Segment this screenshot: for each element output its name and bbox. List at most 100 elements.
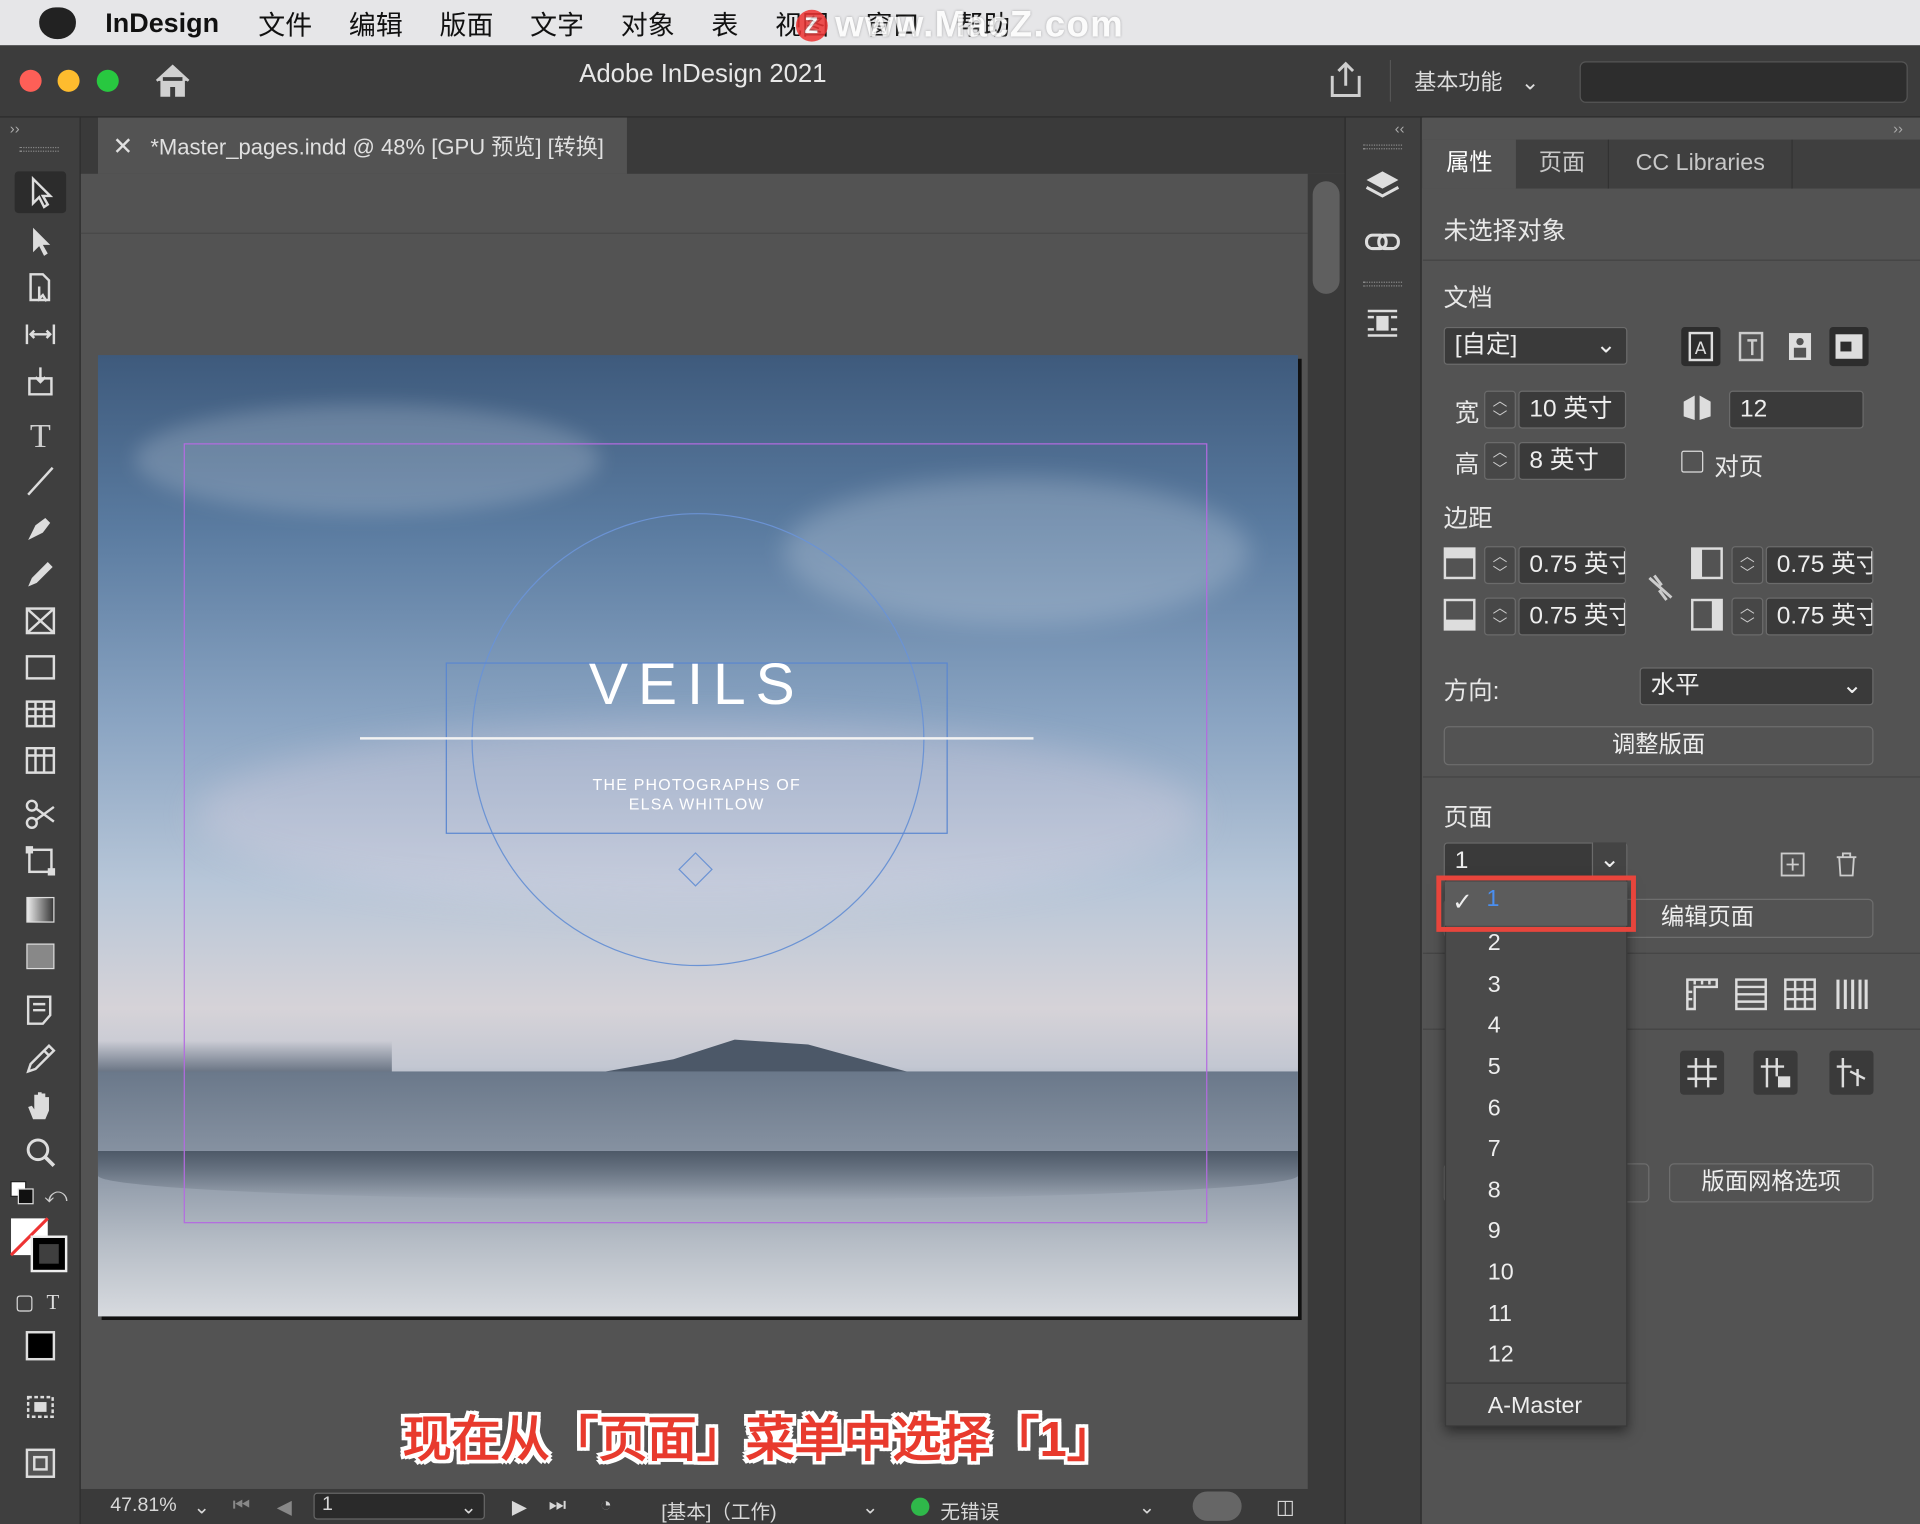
gradient-swatch-tool-icon[interactable] [15,889,66,931]
page-option[interactable]: 10 [1446,1253,1628,1295]
panel-grip[interactable] [1362,281,1403,287]
panel-grip[interactable] [19,146,59,152]
pencil-tool-icon[interactable] [15,553,66,595]
gap-tool-icon[interactable] [15,313,66,355]
selection-tool-icon[interactable] [14,171,67,214]
page-count-input[interactable]: 12 [1728,390,1864,429]
menu-file[interactable]: 文件 [258,3,312,42]
rectangle-tool-icon[interactable] [15,647,66,689]
height-stepper[interactable]: ︿ ﹀ [1484,442,1516,481]
height-input[interactable]: 8 英寸 [1518,442,1627,481]
width-stepper[interactable]: ︿ ﹀ [1484,390,1516,429]
page-number-field[interactable]: 1 [313,1492,485,1520]
layers-icon[interactable] [1363,167,1402,206]
apply-color-icon[interactable] [15,1325,66,1367]
formatting-text-icon[interactable]: T [47,1291,60,1315]
page-option[interactable]: 9 [1446,1211,1628,1253]
landscape-orientation-icon[interactable] [1829,326,1869,367]
direct-selection-tool-icon[interactable] [15,220,66,262]
app-menu[interactable]: InDesign [105,7,219,39]
orientation-select[interactable]: 水平 ⌄ [1639,667,1874,706]
page-option[interactable]: 4 [1446,1005,1628,1047]
tab-pages[interactable]: 页面 [1516,139,1609,189]
baseline-grid-icon[interactable] [1731,975,1770,1014]
rectangle-frame-tool-icon[interactable] [15,600,66,642]
formatting-container-icon[interactable]: ▢ [15,1291,35,1315]
preflight-menu-icon[interactable]: ⌄ [1139,1495,1155,1519]
menu-table[interactable]: 表 [711,3,738,42]
previous-page-icon[interactable]: ◀ [277,1495,292,1519]
profile-dropdown-icon[interactable]: ⌄ [862,1495,878,1519]
page-option[interactable]: 6 [1446,1089,1628,1131]
margin-top-stepper[interactable]: ︿ ﹀ [1484,546,1516,585]
page-tool-icon[interactable] [15,267,66,309]
close-icon[interactable]: ✕ [113,130,134,161]
text-wrap-icon[interactable] [1363,304,1402,343]
menu-layout[interactable]: 版面 [440,3,494,42]
free-transform-tool-icon[interactable] [15,840,66,882]
margin-bottom-stepper[interactable]: ︿ ﹀ [1484,597,1516,636]
type-tool-icon[interactable]: T [15,416,66,458]
add-page-icon[interactable] [1773,845,1812,884]
adjust-layout-button[interactable]: 调整版面 [1443,726,1874,766]
hand-tool-icon[interactable] [15,1085,66,1127]
next-page-icon[interactable]: ▶ [512,1495,527,1519]
margin-top-input[interactable]: 0.75 英寸 [1518,546,1627,585]
width-input[interactable]: 10 英寸 [1518,390,1627,429]
facing-pages-checkbox[interactable] [1681,450,1704,473]
margin-bottom-input[interactable]: 0.75 英寸 [1518,597,1627,636]
margin-left-stepper[interactable]: ︿ ﹀ [1731,546,1764,585]
swap-colors-icon[interactable]: ⤺ [44,1183,68,1209]
layout-grid-icon[interactable] [1832,975,1871,1014]
binding-icon[interactable] [1731,327,1770,366]
zoom-dropdown-icon[interactable]: ⌄ [193,1495,209,1519]
document-tab[interactable]: ✕ *Master_pages.indd @ 48% [GPU 预览] [转换] [97,117,627,174]
margin-right-stepper[interactable]: ︿ ﹀ [1731,597,1764,636]
cover-subtitle-line1[interactable]: THE PHOTOGRAPHS OF [446,775,948,793]
margin-left-input[interactable]: 0.75 英寸 [1765,546,1874,585]
collapse-panel-icon[interactable]: ›› [1893,120,1903,137]
cover-subtitle-line2[interactable]: ELSA WHITLOW [446,795,948,813]
tab-cc-libraries[interactable]: CC Libraries [1609,139,1793,189]
table-tool-icon[interactable] [15,693,66,735]
preflight-profile[interactable]: [基本]（工作) [661,1495,776,1524]
zoom-tool-icon[interactable] [15,1131,66,1173]
document-grid-icon[interactable] [1780,975,1819,1014]
page-option[interactable]: 12 [1446,1335,1628,1377]
snap-to-guides-icon[interactable] [1680,1050,1725,1095]
title-rule[interactable] [360,737,1034,740]
portrait-a-icon[interactable]: A [1681,326,1721,367]
grid-tool-icon[interactable] [15,740,66,782]
tab-properties[interactable]: 属性 [1422,139,1516,189]
content-collector-tool-icon[interactable] [15,360,66,402]
gradient-feather-tool-icon[interactable] [15,936,66,978]
links-icon[interactable] [1363,223,1402,262]
expand-dock-icon[interactable]: ‹‹ [1395,120,1405,137]
open-file-icon[interactable]: ◔ [600,1495,612,1517]
note-tool-icon[interactable] [15,989,66,1031]
vertical-scrollbar[interactable] [1307,173,1345,1489]
fill-stroke-swatch[interactable] [9,1217,71,1276]
first-page-icon[interactable]: ⏮ [233,1495,251,1517]
default-colors-icon[interactable] [10,1180,34,1205]
line-tool-icon[interactable] [15,460,66,502]
lock-guides-icon[interactable] [1753,1050,1798,1095]
share-icon[interactable] [1327,60,1364,105]
last-page-icon[interactable]: ⏭ [549,1495,567,1517]
page-number-dropdown-icon[interactable]: ⌄ [460,1495,476,1519]
workspace-switcher[interactable]: 基本功能 ⌄ [1414,65,1539,97]
page-option[interactable]: 11 [1446,1294,1628,1336]
cover-title[interactable]: VEILS [446,651,948,718]
document-preset-select[interactable]: [自定] ⌄ [1443,326,1628,365]
page-option[interactable]: 7 [1446,1129,1628,1171]
pen-tool-icon[interactable] [15,507,66,549]
master-page-option[interactable]: A-Master [1446,1386,1628,1428]
zoom-level[interactable]: 47.81% [110,1495,176,1517]
margin-right-input[interactable]: 0.75 英寸 [1765,597,1874,636]
panel-grip[interactable] [1362,144,1403,150]
view-toggle[interactable] [1192,1491,1242,1521]
portrait-orientation-icon[interactable] [1780,327,1819,366]
search-input[interactable] [1579,61,1908,103]
menu-edit[interactable]: 编辑 [349,3,403,42]
menu-type[interactable]: 文字 [530,3,584,42]
